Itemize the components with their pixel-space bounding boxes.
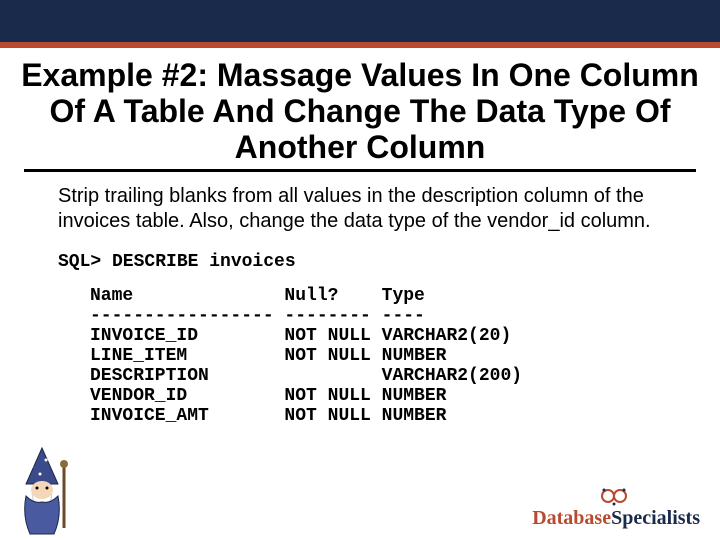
- logo-brand-1: Database: [532, 507, 611, 529]
- header-band: [0, 0, 720, 48]
- wizard-mascot-icon: [2, 446, 82, 536]
- sql-command: SQL> DESCRIBE invoices: [58, 252, 720, 272]
- sql-describe-output: Name Null? Type ----------------- ------…: [90, 286, 720, 426]
- slide-title: Example #2: Massage Values In One Column…: [18, 58, 702, 165]
- title-underline: [24, 169, 696, 172]
- slide-body-text: Strip trailing blanks from all values in…: [58, 184, 662, 234]
- header-divider: [0, 42, 720, 48]
- logo-brand-2: Specialists: [611, 507, 700, 529]
- footer-logo: DatabaseSpecialists: [532, 484, 700, 528]
- logo-text: DatabaseSpecialists: [532, 508, 700, 528]
